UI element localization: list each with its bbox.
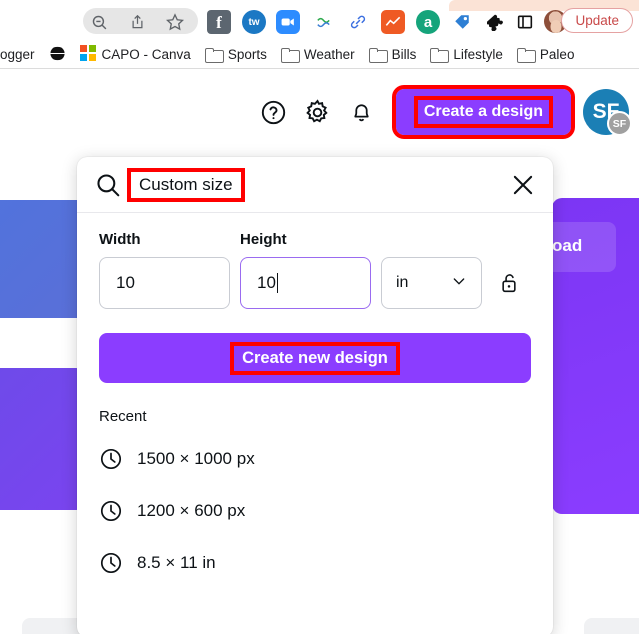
height-input[interactable]: 10 bbox=[240, 257, 371, 309]
update-button-label: Update bbox=[575, 13, 619, 28]
unit-select[interactable]: in bbox=[381, 257, 482, 309]
canva-header: Create a design SF SF bbox=[0, 69, 639, 155]
create-new-design-button[interactable]: Create new design bbox=[99, 333, 531, 383]
search-icon bbox=[95, 172, 121, 198]
avatar[interactable]: SF SF bbox=[583, 89, 632, 136]
bookmark-label: Weather bbox=[303, 47, 355, 62]
recent-item-label: 1200 × 600 px bbox=[137, 501, 246, 520]
sidebar-toggle-icon[interactable] bbox=[513, 10, 537, 34]
update-button[interactable]: Update bbox=[561, 8, 633, 33]
puzzle-extensions-icon[interactable] bbox=[483, 10, 507, 34]
browser-toolbar: f tw a Update bbox=[0, 0, 639, 40]
bookmark-star-icon[interactable] bbox=[164, 12, 186, 32]
chevron-down-icon bbox=[451, 273, 467, 294]
folder-icon bbox=[368, 48, 388, 63]
zoom-search-icon[interactable] bbox=[88, 12, 110, 32]
background-card-text: oad bbox=[552, 236, 583, 255]
tag-icon[interactable] bbox=[450, 10, 474, 34]
background-card-purple-right[interactable]: oad bbox=[552, 198, 639, 514]
microsoft-icon bbox=[79, 45, 96, 64]
panel-body: Width Height 10 10 in Create new design … bbox=[77, 213, 553, 589]
bookmark-item-blogger[interactable]: ogger bbox=[0, 40, 42, 69]
bookmark-item-weather[interactable]: Weather bbox=[274, 40, 362, 69]
close-icon[interactable] bbox=[510, 172, 536, 198]
evernote-icon[interactable] bbox=[311, 10, 335, 34]
share-icon[interactable] bbox=[126, 12, 148, 32]
background-card-purple-left[interactable]: ng bbox=[0, 368, 86, 510]
clock-icon bbox=[99, 499, 123, 523]
search-input[interactable]: Custom size bbox=[127, 167, 245, 202]
folder-icon bbox=[280, 48, 300, 63]
bookmark-label: Lifestyle bbox=[453, 47, 503, 62]
height-input-value: 10 bbox=[257, 273, 276, 292]
bookmark-item-capo-canva[interactable]: CAPO - Canva bbox=[73, 40, 198, 69]
bookmark-label: ogger bbox=[0, 47, 35, 62]
bookmark-label: CAPO - Canva bbox=[101, 47, 191, 62]
recent-section-title: Recent bbox=[99, 408, 147, 425]
help-circle-icon[interactable] bbox=[254, 92, 294, 132]
list-item[interactable]: 1200 × 600 px bbox=[99, 485, 531, 537]
twitter-tweetdeck-icon[interactable]: tw bbox=[242, 10, 266, 34]
folder-icon bbox=[516, 48, 536, 63]
folder-icon bbox=[430, 48, 450, 63]
bell-icon[interactable] bbox=[342, 92, 382, 132]
analytics-chart-icon[interactable] bbox=[381, 10, 405, 34]
list-item[interactable]: 1500 × 1000 px bbox=[99, 433, 531, 485]
clock-icon bbox=[99, 551, 123, 575]
width-input-value: 10 bbox=[116, 273, 135, 292]
unlock-padlock-icon[interactable] bbox=[492, 266, 526, 300]
panel-search-row: Custom size bbox=[77, 157, 553, 213]
custom-size-panel: Custom size Width Height 10 10 in Create… bbox=[77, 157, 553, 634]
facebook-icon[interactable]: f bbox=[207, 10, 231, 34]
bookmark-item-sports[interactable]: Sports bbox=[198, 40, 274, 69]
height-label: Height bbox=[240, 231, 287, 248]
dimension-row: 10 10 in bbox=[99, 257, 531, 309]
dimension-labels: Width Height bbox=[99, 231, 531, 248]
gear-icon[interactable] bbox=[298, 92, 338, 132]
width-input[interactable]: 10 bbox=[99, 257, 230, 309]
background-card-blue[interactable] bbox=[0, 200, 88, 318]
recent-item-label: 1500 × 1000 px bbox=[137, 449, 255, 468]
list-item[interactable]: 8.5 × 11 in bbox=[99, 537, 531, 589]
placeholder-card bbox=[584, 618, 639, 634]
bookmark-label: Sports bbox=[227, 47, 267, 62]
bookmark-item-paleo[interactable]: Paleo bbox=[510, 40, 582, 69]
avatar-badge: SF bbox=[607, 111, 632, 136]
recent-item-label: 8.5 × 11 in bbox=[137, 553, 216, 572]
bookmark-item-bills[interactable]: Bills bbox=[362, 40, 424, 69]
screenshot-root: f tw a Update ogger CAPO - Canva Sports … bbox=[0, 0, 639, 634]
create-a-design-label: Create a design bbox=[413, 96, 553, 128]
zoom-video-icon[interactable] bbox=[276, 10, 300, 34]
unit-select-value: in bbox=[396, 274, 409, 291]
bookmarks-bar: ogger CAPO - Canva Sports Weather Bills … bbox=[0, 40, 639, 69]
globe-icon bbox=[46, 45, 68, 65]
amazon-assistant-icon[interactable]: a bbox=[416, 10, 440, 34]
create-a-design-button[interactable]: Create a design bbox=[391, 85, 576, 139]
width-label: Width bbox=[99, 231, 141, 248]
clock-icon bbox=[99, 447, 123, 471]
text-caret bbox=[276, 273, 279, 293]
folder-icon bbox=[204, 48, 224, 63]
bookmark-item-lifestyle[interactable]: Lifestyle bbox=[423, 40, 510, 69]
create-new-design-label: Create new design bbox=[230, 341, 400, 375]
link-icon[interactable] bbox=[346, 10, 370, 34]
recent-list: 1500 × 1000 px 1200 × 600 px 8.5 × 11 in bbox=[99, 433, 531, 589]
bookmark-label: Paleo bbox=[539, 47, 575, 62]
bookmark-label: Bills bbox=[391, 47, 417, 62]
bookmark-item-globe[interactable] bbox=[42, 40, 73, 69]
